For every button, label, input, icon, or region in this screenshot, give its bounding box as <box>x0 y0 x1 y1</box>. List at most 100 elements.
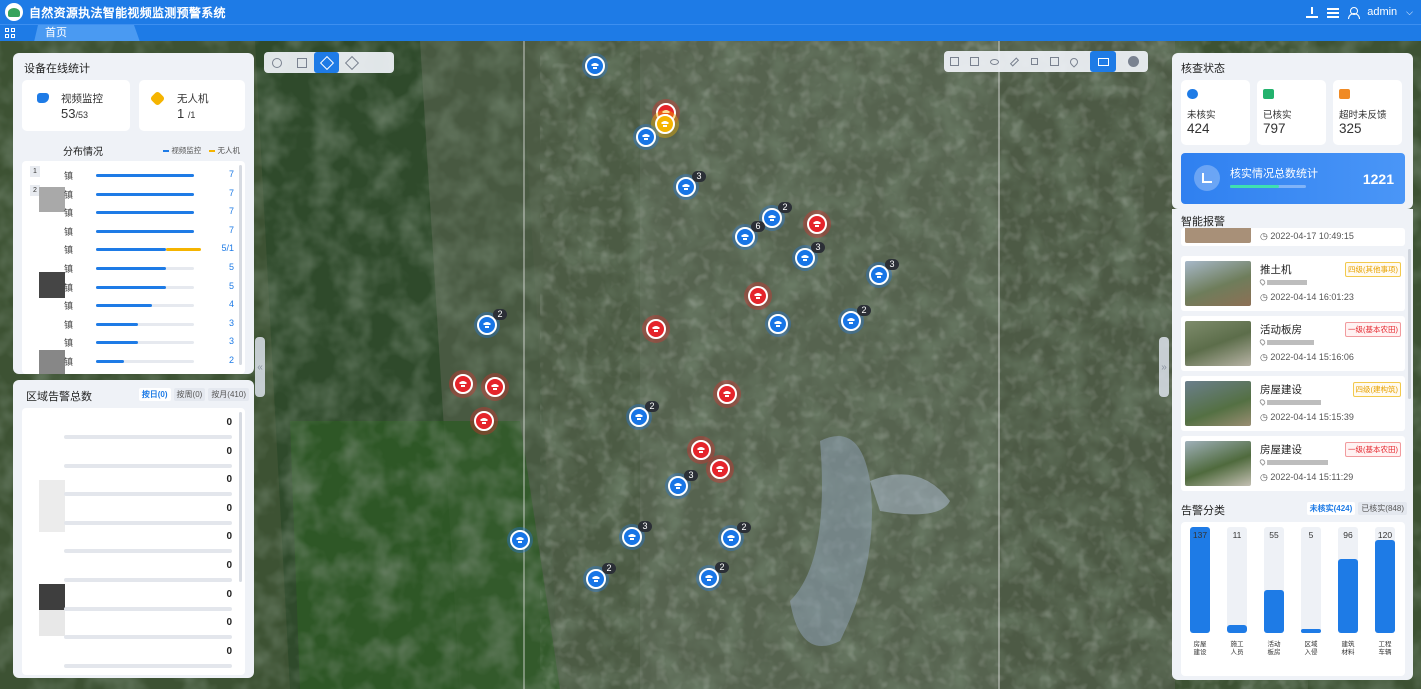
row-value: 5 <box>228 262 234 272</box>
distribution-row[interactable]: 镇7 <box>64 188 240 200</box>
filter-unverified[interactable]: 未核实(424) <box>1306 502 1356 515</box>
category-bar[interactable] <box>1338 558 1358 633</box>
area-bar-track <box>64 663 232 668</box>
area-row[interactable]: 0 <box>64 560 236 582</box>
distribution-row[interactable]: 镇3 <box>64 336 240 348</box>
video-bar <box>96 322 138 326</box>
flag-icon[interactable] <box>289 52 314 73</box>
toolbox-icon[interactable] <box>1090 51 1116 72</box>
camera-marker[interactable] <box>636 127 656 147</box>
eraser-icon[interactable] <box>1024 51 1044 72</box>
alert-card[interactable]: 房屋建设 一级(基本农田) ◷ 2022-04-14 15:11:29 <box>1181 436 1405 491</box>
message-icon[interactable] <box>1327 7 1340 18</box>
user-name[interactable]: admin <box>1367 6 1397 18</box>
distribution-row[interactable]: 镇4 <box>64 299 240 311</box>
distribution-row[interactable]: 镇2 <box>64 355 240 367</box>
scrollbar[interactable] <box>1408 249 1411 399</box>
filter-day[interactable]: 按日(0) <box>138 388 171 401</box>
alert-card[interactable]: 活动板房 一级(基本农田) ◷ 2022-04-14 15:16:06 <box>1181 316 1405 371</box>
uav-marker[interactable] <box>655 114 675 134</box>
category-bar[interactable] <box>1190 527 1210 633</box>
alert-thumbnail <box>1185 381 1251 426</box>
user-icon[interactable] <box>1348 6 1361 19</box>
distribution-row[interactable]: 镇5 <box>64 281 240 293</box>
total-verify-card[interactable]: 核实情况总数统计 1221 <box>1181 153 1405 204</box>
alarm-marker[interactable] <box>717 384 737 404</box>
filter-verified[interactable]: 已核实(848) <box>1358 502 1407 515</box>
alarm-marker[interactable] <box>748 286 768 306</box>
layer-icon[interactable] <box>264 52 289 73</box>
alarm-marker[interactable] <box>474 411 494 431</box>
fullscreen-icon[interactable] <box>1044 51 1064 72</box>
area-row[interactable]: 0 <box>64 531 236 554</box>
collapse-left-icon[interactable]: « <box>255 337 265 397</box>
alert-card[interactable]: ◷ 2022-04-17 10:49:15 <box>1181 228 1405 246</box>
area-row[interactable]: 0 <box>64 446 236 468</box>
distribution-row[interactable]: 镇 5/1 <box>64 243 240 255</box>
circle-icon[interactable] <box>984 51 1004 72</box>
video-card[interactable]: 视频监控 53/53 <box>22 80 130 131</box>
filter-month[interactable]: 按月(410) <box>208 388 249 401</box>
basemap-icon[interactable] <box>1120 51 1146 72</box>
distribution-row[interactable]: 镇7 <box>64 169 240 181</box>
category-bar[interactable] <box>1227 624 1247 633</box>
category-bar[interactable] <box>1264 590 1284 633</box>
check-card[interactable]: 超时未反馈 325 <box>1333 80 1402 145</box>
video-label: 视频监控 <box>61 93 103 105</box>
chevron-down-icon[interactable]: ⌵ <box>1406 7 1413 18</box>
filter-week[interactable]: 按周(0) <box>173 388 206 401</box>
download-icon[interactable] <box>1306 6 1319 18</box>
category-count: 5 <box>1308 530 1314 540</box>
grid-menu-icon[interactable] <box>5 28 15 38</box>
distribution-row[interactable]: 镇7 <box>64 225 240 237</box>
area-row[interactable]: 0 <box>64 503 236 525</box>
polygon-icon[interactable] <box>944 51 964 72</box>
row-value: 3 <box>228 317 234 328</box>
alarm-marker[interactable] <box>485 377 505 397</box>
alert-type: 房屋建设 <box>1260 444 1302 456</box>
area-row[interactable]: 0 <box>64 646 236 668</box>
area-bar-track <box>64 520 232 525</box>
ruler-icon[interactable] <box>1004 51 1024 72</box>
category-count: 11 <box>1232 530 1242 540</box>
scrollbar[interactable] <box>239 412 242 582</box>
area-row[interactable]: 0 <box>64 589 236 611</box>
alarm-marker[interactable] <box>691 440 711 460</box>
video-bar <box>96 304 152 308</box>
area-bar-track <box>64 492 232 497</box>
camera-marker[interactable] <box>768 314 788 334</box>
distribution-row[interactable]: 镇3 <box>64 318 240 330</box>
uav-card[interactable]: 无人机 1 /1 <box>139 80 245 131</box>
check-card[interactable]: 已核实 797 <box>1257 80 1326 145</box>
rectangle-icon[interactable] <box>964 51 984 72</box>
category-label: 建筑 材料 <box>1341 641 1355 656</box>
alert-card[interactable]: 推土机 四级(其他事项) ◷ 2022-04-14 16:01:23 <box>1181 256 1405 311</box>
alert-card[interactable]: 房屋建设 四级(建构筑) ◷ 2022-04-14 15:15:39 <box>1181 376 1405 431</box>
check-status-panel: 核查状态 未核实 424 已核实 797 超时未反馈 325 核实情况总数统计 1221 <box>1172 53 1413 209</box>
area-row[interactable]: 0 <box>64 617 236 640</box>
area-bar-track <box>64 606 232 611</box>
category-bar[interactable] <box>1301 629 1321 633</box>
area-row[interactable]: 0 <box>64 474 236 497</box>
alarm-marker[interactable] <box>710 459 730 479</box>
camera-marker[interactable] <box>585 56 605 76</box>
alarm-category-chart: 137 房屋 建设 11 施工 人员 55 活动 板房 5 区域 入侵 96 建筑 材料 120 工程 车辆 <box>1181 522 1405 676</box>
distribution-row[interactable]: 镇7 <box>64 206 240 218</box>
tab-home[interactable]: 首页 <box>34 25 140 42</box>
alarm-marker[interactable] <box>453 374 473 394</box>
alarm-marker[interactable] <box>646 319 666 339</box>
distribution-row[interactable]: 镇5 <box>64 262 240 274</box>
drone-icon[interactable] <box>339 52 364 73</box>
area-row[interactable]: 0 <box>64 417 236 439</box>
camera-marker[interactable] <box>510 530 530 550</box>
check-card[interactable]: 未核实 424 <box>1181 80 1250 145</box>
expand-right-icon[interactable]: » <box>1159 337 1169 397</box>
check-icon <box>1263 89 1274 99</box>
category-bar[interactable] <box>1375 540 1395 633</box>
uav-icon[interactable] <box>314 52 339 73</box>
alert-type: 房屋建设 <box>1260 384 1302 396</box>
area-bar-track <box>64 578 232 582</box>
location-icon[interactable] <box>1064 51 1084 72</box>
bar-track <box>96 211 194 215</box>
alarm-marker[interactable] <box>807 214 827 234</box>
